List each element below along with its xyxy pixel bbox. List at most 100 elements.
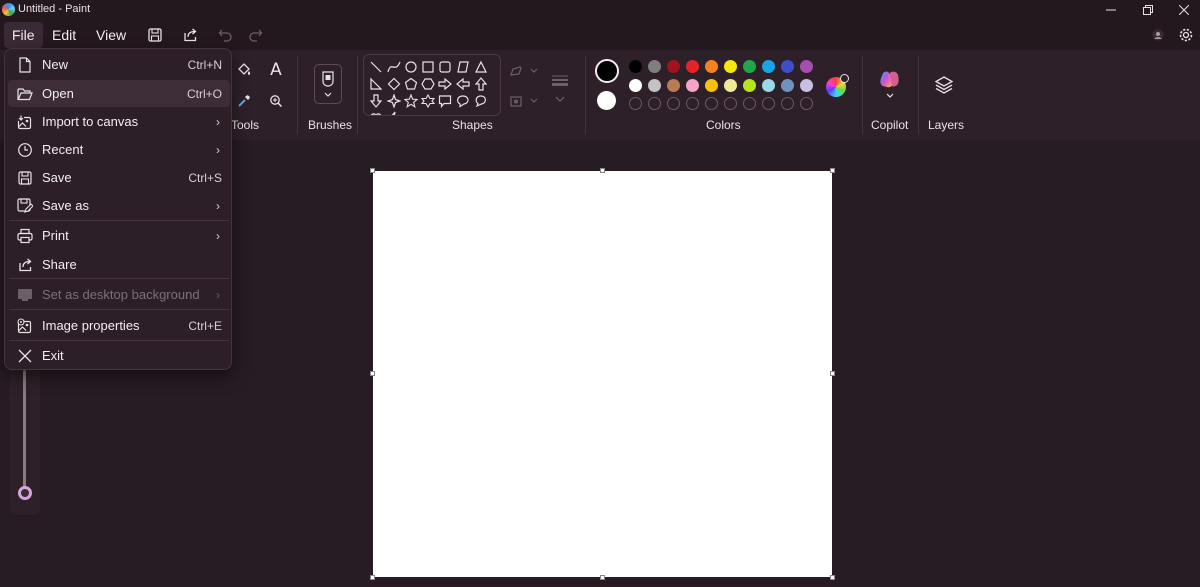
file-menu-save-as[interactable]: Save as › (8, 192, 230, 219)
polygon-shape-icon[interactable] (456, 60, 470, 74)
file-menu-share[interactable]: Share (8, 251, 230, 278)
text-tool-icon[interactable]: A (266, 60, 286, 80)
up-arrow-shape-icon[interactable] (474, 77, 488, 91)
magnifier-icon[interactable] (266, 91, 286, 111)
diamond-shape-icon[interactable] (387, 77, 401, 91)
canvas-resize-handle[interactable] (830, 575, 835, 580)
restore-button[interactable] (1130, 0, 1166, 20)
close-button[interactable] (1166, 0, 1200, 20)
file-menu-set-as-desktop-background[interactable]: Set as desktop background › (8, 281, 230, 308)
custom-color-slot[interactable] (800, 97, 813, 110)
rounded-rectangle-shape-icon[interactable] (438, 60, 452, 74)
triangle-shape-icon[interactable] (474, 60, 488, 74)
right-arrow-shape-icon[interactable] (438, 77, 452, 91)
primary-color-swatch[interactable] (595, 59, 619, 83)
quick-share-icon[interactable] (179, 24, 201, 46)
curve-shape-icon[interactable] (387, 60, 401, 74)
color-swatch[interactable] (781, 60, 794, 73)
redo-icon[interactable] (245, 24, 267, 46)
canvas-resize-handle[interactable] (830, 371, 835, 376)
custom-color-slot[interactable] (781, 97, 794, 110)
file-menu-image-properties[interactable]: Image properties Ctrl+E (8, 312, 230, 339)
line-shape-icon[interactable] (369, 60, 383, 74)
custom-color-slot[interactable] (629, 97, 642, 110)
pentagon-shape-icon[interactable] (404, 77, 418, 91)
color-swatch[interactable] (648, 79, 661, 92)
quick-save-icon[interactable] (144, 24, 166, 46)
color-swatch[interactable] (762, 79, 775, 92)
file-menu-open[interactable]: Open Ctrl+O (8, 80, 230, 107)
hexagon-shape-icon[interactable] (421, 77, 435, 91)
zoom-slider-track[interactable] (23, 370, 26, 498)
fill-dropdown[interactable] (507, 92, 541, 110)
color-swatch[interactable] (667, 79, 680, 92)
custom-color-slot[interactable] (743, 97, 756, 110)
six-point-star-shape-icon[interactable] (421, 94, 435, 108)
settings-gear-icon[interactable] (1175, 24, 1197, 46)
custom-color-slot[interactable] (648, 97, 661, 110)
heart-shape-icon[interactable] (369, 111, 383, 116)
left-arrow-shape-icon[interactable] (456, 77, 470, 91)
color-swatch[interactable] (686, 60, 699, 73)
menu-edit[interactable]: Edit (44, 22, 84, 48)
custom-color-slot[interactable] (705, 97, 718, 110)
color-swatch[interactable] (705, 79, 718, 92)
custom-color-slot[interactable] (724, 97, 737, 110)
menu-file[interactable]: File (4, 22, 43, 48)
file-menu-save[interactable]: Save Ctrl+S (8, 164, 230, 191)
canvas-resize-handle[interactable] (370, 575, 375, 580)
color-swatch[interactable] (781, 79, 794, 92)
cloud-callout-shape-icon[interactable] (474, 94, 488, 108)
stroke-size-chevron-icon[interactable] (553, 94, 567, 104)
layers-button[interactable] (933, 74, 955, 96)
drawing-canvas[interactable] (373, 171, 832, 577)
custom-color-slot[interactable] (762, 97, 775, 110)
color-swatch[interactable] (705, 60, 718, 73)
custom-color-slot[interactable] (686, 97, 699, 110)
secondary-color-swatch[interactable] (597, 91, 616, 110)
file-menu-new[interactable]: New Ctrl+N (8, 51, 230, 78)
file-menu-import-to-canvas[interactable]: Import to canvas › (8, 108, 230, 135)
menu-view[interactable]: View (88, 22, 134, 48)
color-swatch[interactable] (724, 79, 737, 92)
custom-color-slot[interactable] (667, 97, 680, 110)
color-swatch[interactable] (743, 79, 756, 92)
color-swatch[interactable] (800, 60, 813, 73)
lightning-shape-icon[interactable] (387, 111, 401, 116)
oval-callout-shape-icon[interactable] (456, 94, 470, 108)
color-swatch[interactable] (686, 79, 699, 92)
canvas-resize-handle[interactable] (370, 168, 375, 173)
file-menu-exit[interactable]: Exit (8, 342, 230, 369)
color-swatch[interactable] (724, 60, 737, 73)
color-swatch[interactable] (648, 60, 661, 73)
undo-icon[interactable] (214, 24, 236, 46)
color-swatch[interactable] (743, 60, 756, 73)
four-point-star-shape-icon[interactable] (387, 94, 401, 108)
color-swatch[interactable] (667, 60, 680, 73)
right-triangle-shape-icon[interactable] (369, 77, 383, 91)
oval-shape-icon[interactable] (404, 60, 418, 74)
color-swatch[interactable] (629, 60, 642, 73)
color-swatch[interactable] (762, 60, 775, 73)
down-arrow-shape-icon[interactable] (369, 94, 383, 108)
file-menu-recent[interactable]: Recent › (8, 136, 230, 163)
outline-dropdown[interactable] (507, 62, 541, 80)
color-picker-icon[interactable] (234, 91, 254, 111)
color-swatch[interactable] (800, 79, 813, 92)
rectangle-shape-icon[interactable] (421, 60, 435, 74)
copilot-button[interactable] (876, 68, 904, 100)
minimize-button[interactable] (1093, 0, 1129, 20)
canvas-resize-handle[interactable] (600, 575, 605, 580)
five-point-star-shape-icon[interactable] (404, 94, 418, 108)
stroke-size-icon[interactable] (548, 70, 572, 90)
canvas-resize-handle[interactable] (600, 168, 605, 173)
account-icon[interactable] (1147, 24, 1169, 46)
brushes-button[interactable] (314, 64, 342, 104)
fill-bucket-icon[interactable] (234, 60, 254, 80)
color-swatch[interactable] (629, 79, 642, 92)
rect-callout-shape-icon[interactable] (438, 94, 452, 108)
file-menu-print[interactable]: Print › (8, 222, 230, 249)
canvas-resize-handle[interactable] (830, 168, 835, 173)
zoom-slider-thumb[interactable] (18, 486, 32, 500)
edit-colors-button[interactable] (824, 74, 849, 98)
